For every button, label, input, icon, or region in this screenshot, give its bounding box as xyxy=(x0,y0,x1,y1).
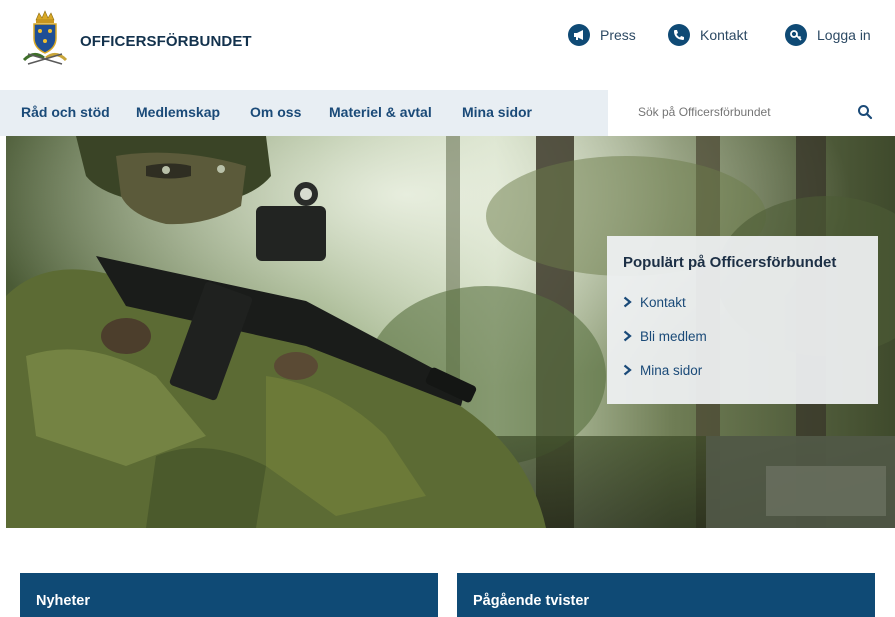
login-link[interactable]: Logga in xyxy=(785,22,871,48)
contact-link[interactable]: Kontakt xyxy=(668,22,747,48)
coat-of-arms-logo xyxy=(22,10,68,65)
search-icon[interactable] xyxy=(857,104,873,120)
press-label: Press xyxy=(600,27,636,43)
news-card-header[interactable]: Nyheter xyxy=(20,573,438,617)
brand-name: OFFICERSFÖRBUNDET xyxy=(80,33,252,50)
popular-link-label: Kontakt xyxy=(640,294,686,310)
nav-item-rad-och-stod[interactable]: Råd och stöd xyxy=(21,104,110,120)
popular-box: Populärt på Officersförbundet Kontakt Bl… xyxy=(607,236,878,404)
login-label: Logga in xyxy=(817,27,871,43)
search-input[interactable] xyxy=(638,105,838,119)
popular-link-label: Mina sidor xyxy=(640,362,703,378)
megaphone-icon xyxy=(568,24,590,46)
chevron-right-icon xyxy=(623,364,632,376)
news-card-title: Nyheter xyxy=(36,593,90,609)
popular-title: Populärt på Officersförbundet xyxy=(623,254,837,271)
phone-icon xyxy=(668,24,690,46)
popular-link-label: Bli medlem xyxy=(640,328,707,344)
chevron-right-icon xyxy=(623,296,632,308)
popular-link-mina-sidor[interactable]: Mina sidor xyxy=(623,353,878,387)
nav-item-mina-sidor[interactable]: Mina sidor xyxy=(462,104,532,120)
site-header: OFFICERSFÖRBUNDET Press Kontakt Logga in xyxy=(0,0,895,90)
chevron-right-icon xyxy=(623,330,632,342)
popular-link-kontakt[interactable]: Kontakt xyxy=(623,285,878,319)
nav-item-om-oss[interactable]: Om oss xyxy=(250,104,301,120)
disputes-card-header[interactable]: Pågående tvister xyxy=(457,573,875,617)
key-icon xyxy=(785,24,807,46)
nav-item-materiel-avtal[interactable]: Materiel & avtal xyxy=(329,104,432,120)
contact-label: Kontakt xyxy=(700,27,748,43)
main-navigation: Råd och stöd Medlemskap Om oss Materiel … xyxy=(0,90,895,136)
nav-item-medlemskap[interactable]: Medlemskap xyxy=(136,104,220,120)
press-link[interactable]: Press xyxy=(568,22,636,48)
disputes-card-title: Pågående tvister xyxy=(473,593,590,609)
search-box xyxy=(608,90,895,136)
popular-link-bli-medlem[interactable]: Bli medlem xyxy=(623,319,878,353)
